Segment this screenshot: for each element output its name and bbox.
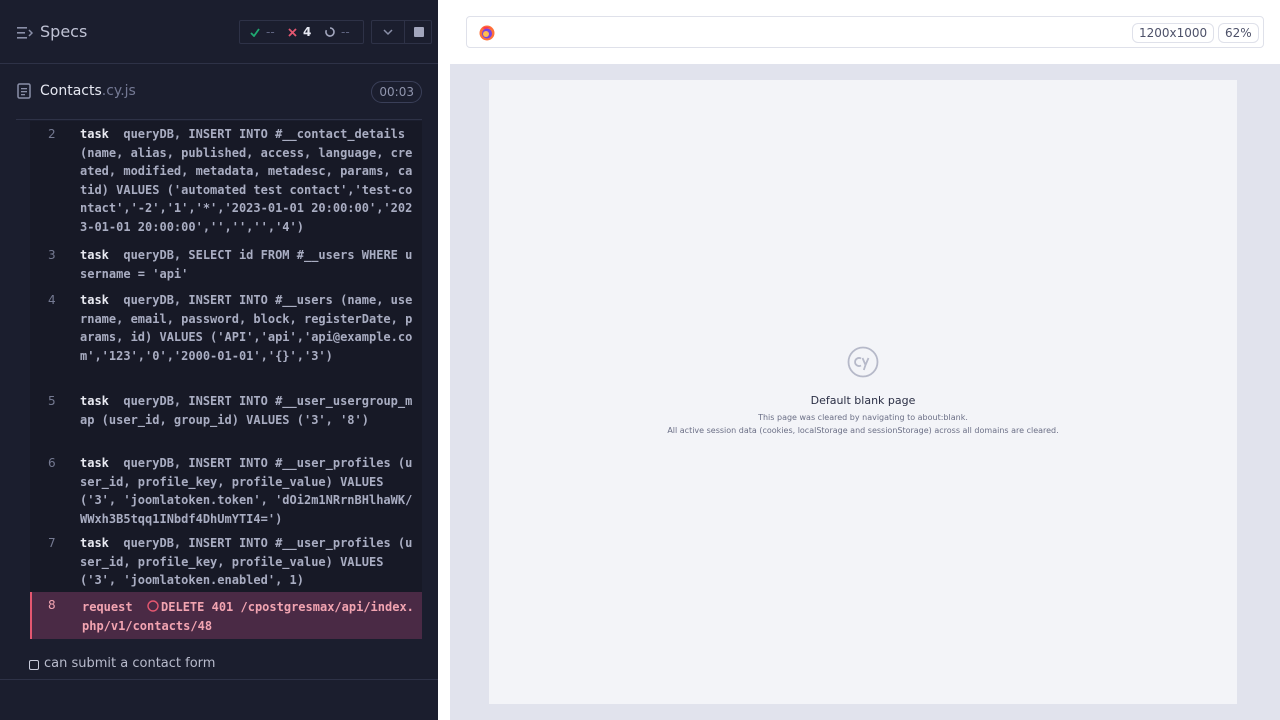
aut-viewport: Default blank page This page was cleared… — [489, 80, 1237, 704]
command-message: queryDB, INSERT INTO #__users (name, use… — [80, 293, 413, 363]
command-number: 8 — [48, 598, 56, 612]
command-name: task — [80, 536, 109, 550]
test-item[interactable]: can submit a contact form — [28, 656, 428, 674]
command-number: 5 — [48, 394, 56, 408]
blank-page-title: Default blank page — [810, 394, 916, 407]
command-message: queryDB, INSERT INTO #__user_profiles (u… — [80, 536, 413, 587]
divider — [0, 679, 438, 680]
expand-collapse-button[interactable] — [371, 20, 405, 44]
zoom-badge[interactable]: 62% — [1218, 23, 1259, 43]
file-icon — [17, 83, 31, 99]
command-number: 2 — [48, 127, 56, 141]
viewport-size-badge[interactable]: 1200x1000 — [1132, 23, 1215, 43]
command-name: request — [82, 600, 133, 614]
divider — [16, 119, 422, 120]
x-icon — [288, 28, 297, 37]
stop-button[interactable] — [404, 20, 432, 44]
spinner-icon — [147, 600, 159, 612]
checkbox-icon — [29, 660, 39, 670]
spec-file-name[interactable]: Contacts.cy.js — [40, 83, 136, 99]
menu-icon[interactable] — [17, 26, 33, 40]
pending-icon — [325, 27, 335, 37]
url-bar[interactable]: 1200x1000 62% — [466, 16, 1264, 48]
stop-icon — [414, 27, 424, 37]
pending-count: -- — [341, 25, 350, 39]
command-number: 3 — [48, 248, 56, 262]
command-row[interactable]: 5 task queryDB, INSERT INTO #__user_user… — [30, 392, 422, 448]
command-row-failed[interactable]: 8 request DELETE 401 /cpostgresmax/api/i… — [30, 592, 422, 639]
resize-handle[interactable] — [438, 64, 450, 720]
test-title: can submit a contact form — [44, 656, 216, 671]
spec-header: Contacts.cy.js 00:03 — [16, 78, 422, 108]
command-row[interactable]: 2 task queryDB, INSERT INTO #__contact_d… — [30, 125, 422, 241]
command-number: 7 — [48, 536, 56, 550]
command-number: 4 — [48, 293, 56, 307]
command-name: task — [80, 293, 109, 307]
spec-duration: 00:03 — [371, 81, 422, 103]
command-message: queryDB, INSERT INTO #__user_usergroup_m… — [80, 394, 413, 427]
command-log: 2 task queryDB, INSERT INTO #__contact_d… — [30, 121, 422, 639]
reporter-header: Specs -- 4 -- — [0, 0, 438, 64]
test-stats: -- 4 -- — [239, 20, 364, 44]
reporter-panel: Specs -- 4 -- Contacts.cy.js 00:03 2 tas… — [0, 0, 438, 720]
check-icon — [250, 28, 260, 37]
command-name: task — [80, 127, 109, 141]
command-number: 6 — [48, 456, 56, 470]
command-row[interactable]: 3 task queryDB, SELECT id FROM #__users … — [30, 246, 422, 284]
failed-count: 4 — [303, 25, 312, 39]
blank-page-line-1: This page was cleared by navigating to a… — [758, 413, 968, 422]
passed-count: -- — [266, 25, 275, 39]
command-name: task — [80, 394, 109, 408]
command-message: queryDB, INSERT INTO #__user_profiles (u… — [80, 456, 413, 526]
command-row[interactable]: 4 task queryDB, INSERT INTO #__users (na… — [30, 291, 422, 383]
command-name: task — [80, 456, 109, 470]
spec-name-ext: .cy.js — [101, 83, 136, 99]
specs-title[interactable]: Specs — [40, 22, 87, 41]
spec-name-base: Contacts — [40, 83, 102, 99]
chevron-down-icon — [383, 29, 393, 36]
firefox-icon — [479, 25, 495, 41]
command-row[interactable]: 6 task queryDB, INSERT INTO #__user_prof… — [30, 454, 422, 528]
command-row[interactable]: 7 task queryDB, INSERT INTO #__user_prof… — [30, 534, 422, 590]
command-message: queryDB, INSERT INTO #__contact_details … — [80, 127, 413, 234]
cypress-logo — [847, 346, 879, 378]
command-name: task — [80, 248, 109, 262]
command-message: queryDB, SELECT id FROM #__users WHERE u… — [80, 248, 413, 281]
blank-page-line-2: All active session data (cookies, localS… — [667, 426, 1059, 435]
